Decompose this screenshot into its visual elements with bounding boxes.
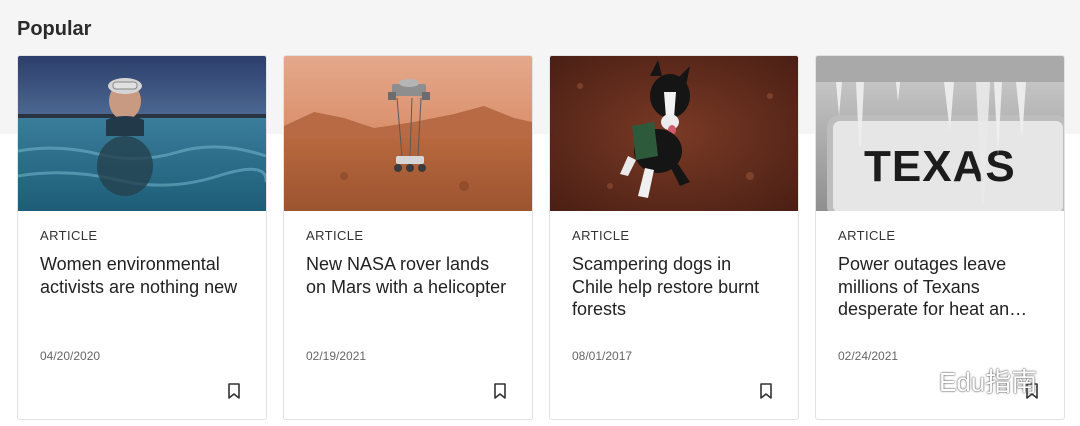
bookmark-icon[interactable] bbox=[759, 383, 773, 399]
card-type-label: ARTICLE bbox=[306, 228, 364, 243]
article-thumbnail[interactable] bbox=[284, 56, 532, 211]
icy-license-plate-photo: TEXAS bbox=[816, 56, 1064, 211]
card-date: 02/24/2021 bbox=[838, 349, 899, 363]
card-type-label: ARTICLE bbox=[40, 228, 98, 243]
card-title[interactable]: Women environmental activists are nothin… bbox=[40, 253, 245, 298]
bookmark-icon[interactable] bbox=[493, 383, 507, 399]
card-title[interactable]: Scampering dogs in Chile help restore bu… bbox=[572, 253, 777, 321]
license-plate-text: TEXAS bbox=[864, 142, 1016, 191]
article-card[interactable]: ARTICLE Women environmental activists ar… bbox=[17, 55, 267, 420]
card-date: 08/01/2017 bbox=[572, 349, 633, 363]
watermark: Edu指南 bbox=[891, 362, 1037, 399]
card-type-label: ARTICLE bbox=[838, 228, 896, 243]
card-title[interactable]: Power outages leave millions of Texans d… bbox=[838, 253, 1043, 321]
dog-photo bbox=[550, 56, 798, 211]
section-title: Popular bbox=[17, 18, 92, 40]
article-card[interactable]: ARTICLE Scampering dogs in Chile help re… bbox=[549, 55, 799, 420]
article-card[interactable]: ARTICLE New NASA rover lands on Mars wit… bbox=[283, 55, 533, 420]
mars-rover-photo bbox=[284, 56, 532, 211]
article-thumbnail[interactable] bbox=[550, 56, 798, 211]
card-type-label: ARTICLE bbox=[572, 228, 630, 243]
article-thumbnail[interactable]: TEXAS bbox=[816, 56, 1064, 211]
chat-bubble-icon bbox=[892, 366, 931, 394]
card-title[interactable]: New NASA rover lands on Mars with a heli… bbox=[306, 253, 511, 298]
swimmer-photo bbox=[18, 56, 266, 211]
card-date: 02/19/2021 bbox=[306, 349, 367, 363]
watermark-text: Edu指南 bbox=[939, 367, 1038, 397]
card-date: 04/20/2020 bbox=[40, 349, 101, 363]
article-thumbnail[interactable] bbox=[18, 56, 266, 211]
bookmark-icon[interactable] bbox=[227, 383, 241, 399]
